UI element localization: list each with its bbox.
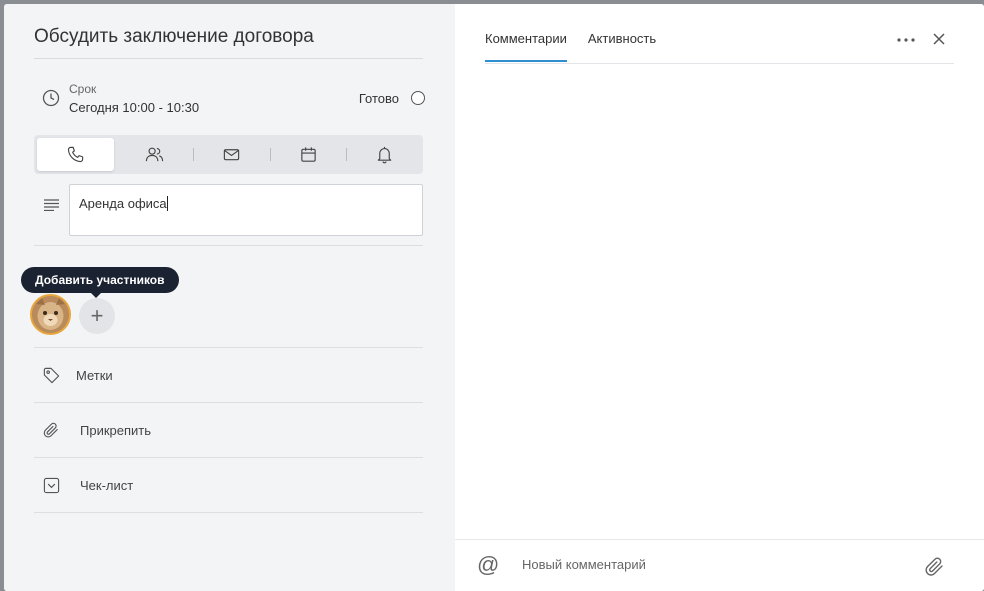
people-icon	[146, 147, 164, 162]
comment-input[interactable]: Новый комментарий	[522, 557, 646, 572]
add-member-button[interactable]: +	[79, 298, 115, 334]
tag-icon	[43, 367, 59, 383]
activity-tabs: Комментарии Активность	[485, 31, 677, 62]
due-value[interactable]: Сегодня 10:00 - 10:30	[69, 100, 199, 115]
phone-icon	[67, 146, 83, 163]
paperclip-icon	[43, 422, 58, 438]
tags-label: Метки	[76, 367, 113, 383]
type-event-button[interactable]	[269, 135, 347, 174]
task-details-panel: Обсудить заключение договора Срок Сегодн…	[4, 4, 455, 591]
tab-comments[interactable]: Комментарии	[485, 31, 567, 62]
attach-comment-icon[interactable]	[924, 556, 946, 578]
type-phone-button[interactable]	[37, 138, 114, 171]
close-icon[interactable]	[931, 31, 947, 47]
avatar[interactable]	[30, 294, 71, 335]
more-icon[interactable]	[895, 34, 917, 46]
due-date-row[interactable]: Срок Сегодня 10:00 - 10:30 Готово	[42, 82, 425, 122]
add-members-tooltip: Добавить участников	[21, 267, 179, 298]
separator	[34, 245, 423, 246]
description-text: Аренда офиса	[79, 196, 167, 211]
comment-bar: @ Новый комментарий	[455, 539, 984, 591]
done-label: Готово	[358, 91, 399, 106]
avatar-image	[32, 296, 69, 333]
task-modal: Обсудить заключение договора Срок Сегодн…	[4, 4, 984, 591]
clock-icon	[42, 89, 60, 107]
attach-row[interactable]: Прикрепить	[34, 403, 423, 457]
calendar-icon	[300, 147, 316, 162]
activity-panel: Комментарии Активность @ Новый комментар…	[455, 4, 984, 591]
task-type-selector	[34, 135, 423, 174]
text-caret	[166, 196, 168, 211]
attach-label: Прикрепить	[80, 422, 152, 438]
separator	[34, 512, 423, 513]
bell-icon	[377, 146, 392, 164]
checklist-label: Чек-лист	[80, 477, 134, 493]
tabs-underline	[485, 63, 954, 64]
tab-activity[interactable]: Активность	[588, 31, 656, 62]
type-email-button[interactable]	[193, 135, 270, 174]
mention-button[interactable]: @	[477, 552, 499, 578]
tags-row[interactable]: Метки	[34, 348, 423, 402]
done-radio[interactable]	[411, 91, 425, 105]
task-title[interactable]: Обсудить заключение договора	[34, 26, 423, 59]
checklist-row[interactable]: Чек-лист	[34, 458, 423, 512]
due-label: Срок	[69, 82, 97, 96]
description-icon	[44, 199, 59, 211]
checkbox-chevron-icon	[43, 477, 59, 493]
type-reminder-button[interactable]	[346, 135, 423, 174]
description-field[interactable]: Аренда офиса	[69, 184, 423, 236]
mail-icon	[223, 149, 240, 161]
type-meeting-button[interactable]	[117, 135, 194, 174]
